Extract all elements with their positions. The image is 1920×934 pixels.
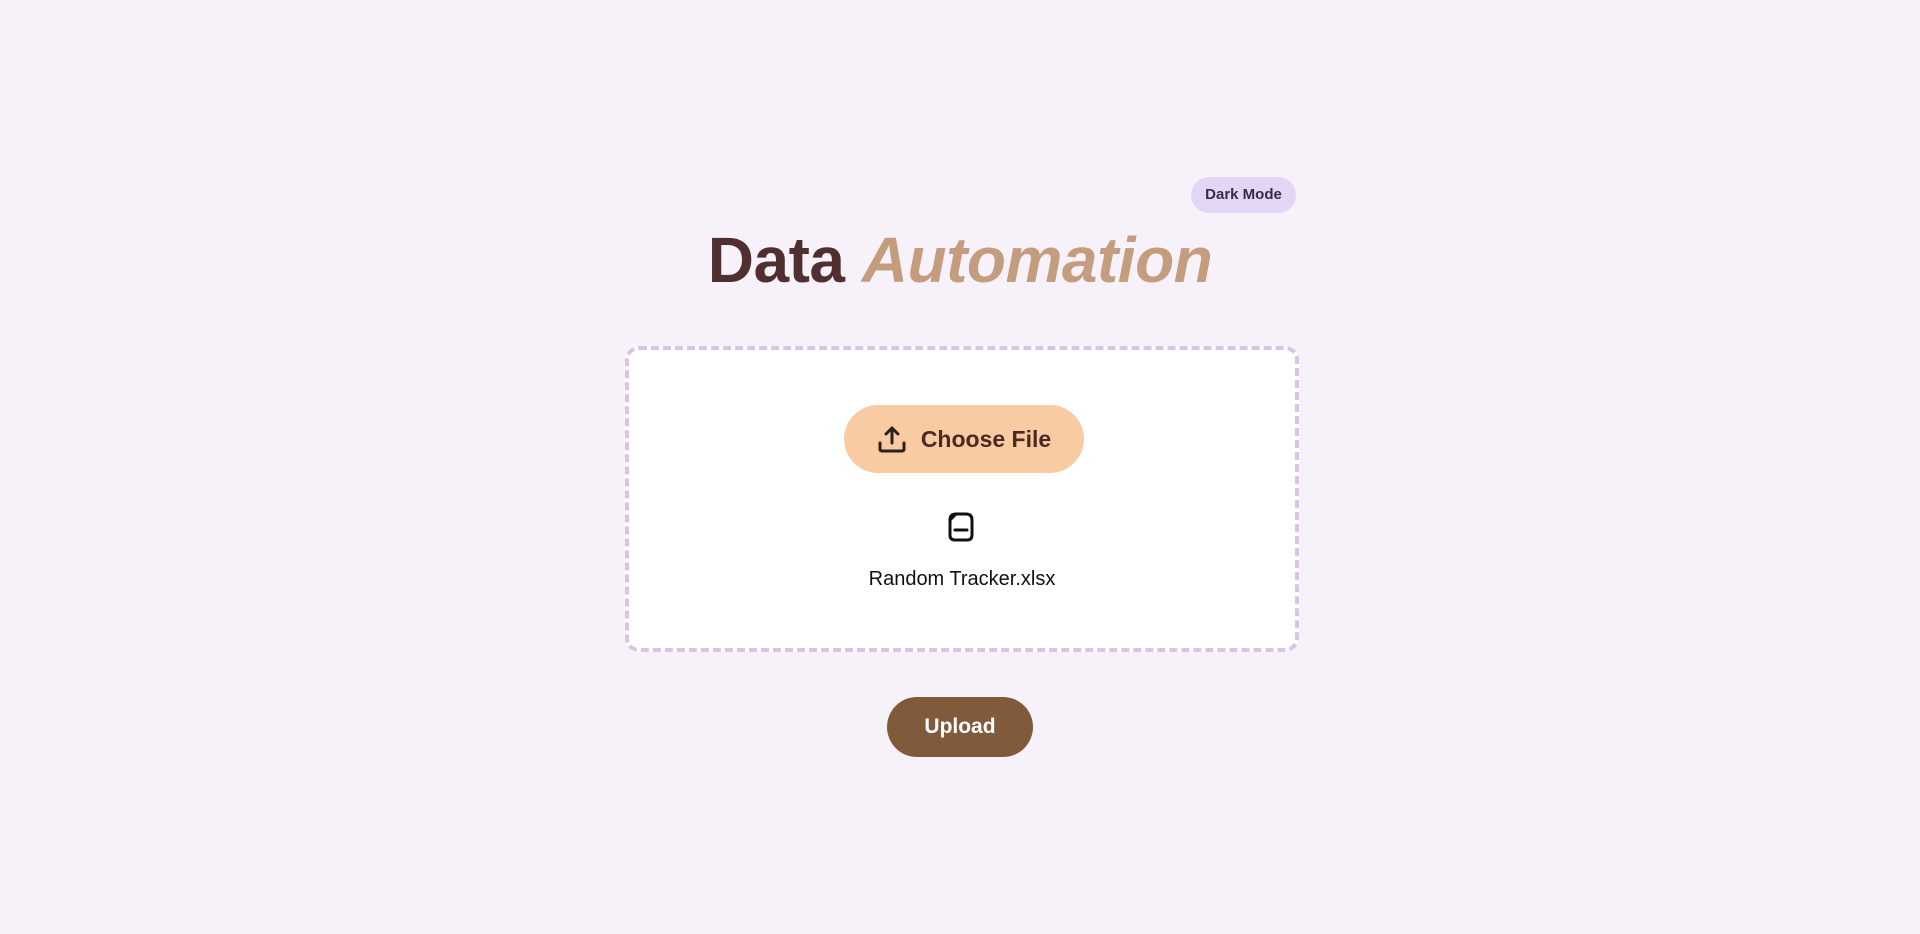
title-word-automation: Automation <box>861 224 1213 296</box>
page: Dark Mode Data Automation Choose File Ra… <box>0 0 1920 934</box>
page-title: Data Automation <box>0 220 1920 300</box>
selected-file-name: Random Tracker.xlsx <box>868 568 1056 590</box>
title-word-data: Data <box>707 224 845 296</box>
dark-mode-toggle[interactable]: Dark Mode <box>1191 177 1296 213</box>
choose-file-label: Choose File <box>920 425 1052 452</box>
choose-file-button[interactable]: Choose File <box>844 405 1084 473</box>
file-icon <box>946 511 976 543</box>
upload-button[interactable]: Upload <box>887 697 1033 757</box>
file-dropzone[interactable]: Choose File Random Tracker.xlsx <box>625 346 1299 652</box>
upload-icon <box>877 424 907 454</box>
